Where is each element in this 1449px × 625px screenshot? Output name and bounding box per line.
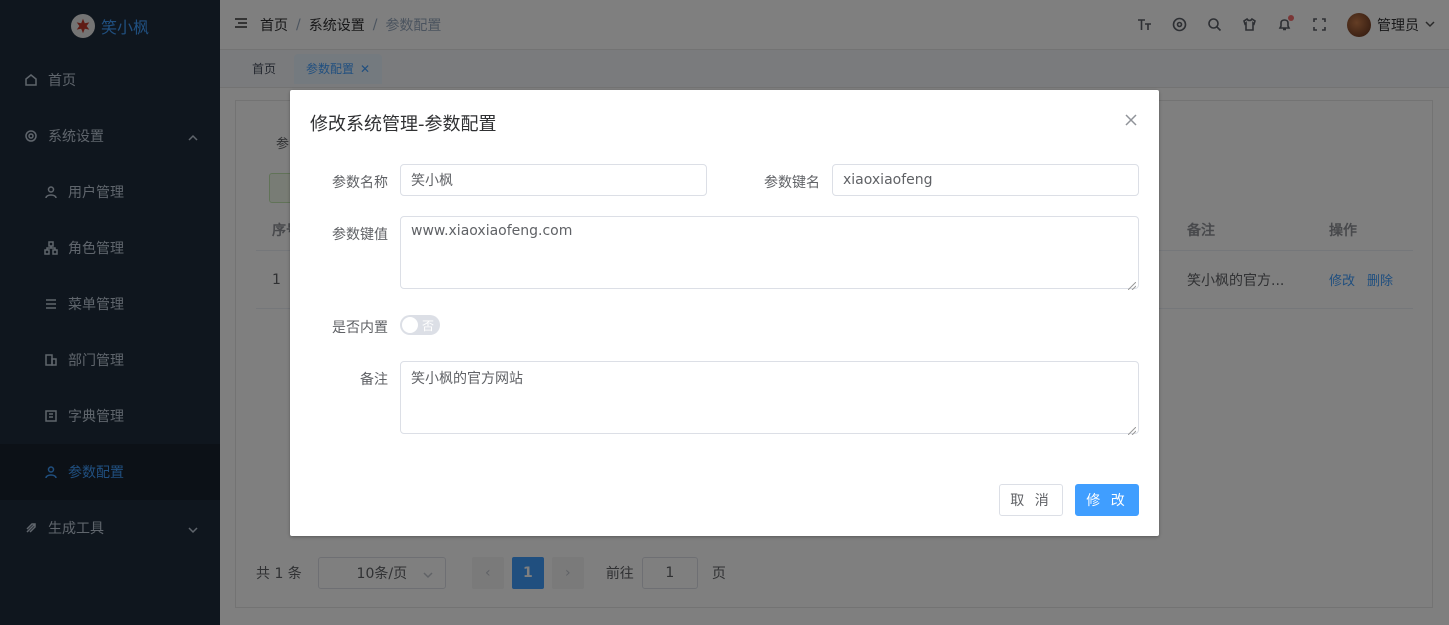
param-key-input[interactable]: xiaoxiaofeng — [832, 164, 1139, 196]
param-value-textarea[interactable]: www.xiaoxiaofeng.com — [400, 216, 1139, 291]
switch-text: 否 — [421, 319, 434, 333]
param-value-text: www.xiaoxiaofeng.com — [411, 223, 573, 239]
close-icon[interactable] — [1125, 114, 1139, 128]
resize-handle-icon[interactable] — [1127, 278, 1137, 291]
builtin-label: 是否内置 — [332, 320, 388, 336]
edit-param-dialog: 修改系统管理-参数配置 参数名称 笑小枫 参数键名 xiaoxiaofeng 参… — [290, 90, 1159, 536]
remark-text: 笑小枫的官方网站 — [411, 371, 523, 387]
param-name-input[interactable]: 笑小枫 — [400, 164, 707, 196]
builtin-switch[interactable]: 否 — [400, 315, 440, 335]
param-name-value: 笑小枫 — [411, 173, 453, 189]
switch-knob — [402, 317, 418, 333]
resize-handle-icon[interactable] — [1127, 423, 1137, 436]
cancel-button[interactable]: 取 消 — [999, 484, 1063, 516]
submit-button[interactable]: 修 改 — [1075, 484, 1139, 516]
param-value-label: 参数键值 — [332, 227, 388, 243]
param-key-label: 参数键名 — [764, 175, 820, 191]
remark-label: 备注 — [360, 372, 388, 388]
dialog-title: 修改系统管理-参数配置 — [310, 114, 497, 135]
param-name-label: 参数名称 — [332, 175, 388, 191]
remark-textarea[interactable]: 笑小枫的官方网站 — [400, 361, 1139, 436]
param-key-value: xiaoxiaofeng — [843, 172, 933, 188]
